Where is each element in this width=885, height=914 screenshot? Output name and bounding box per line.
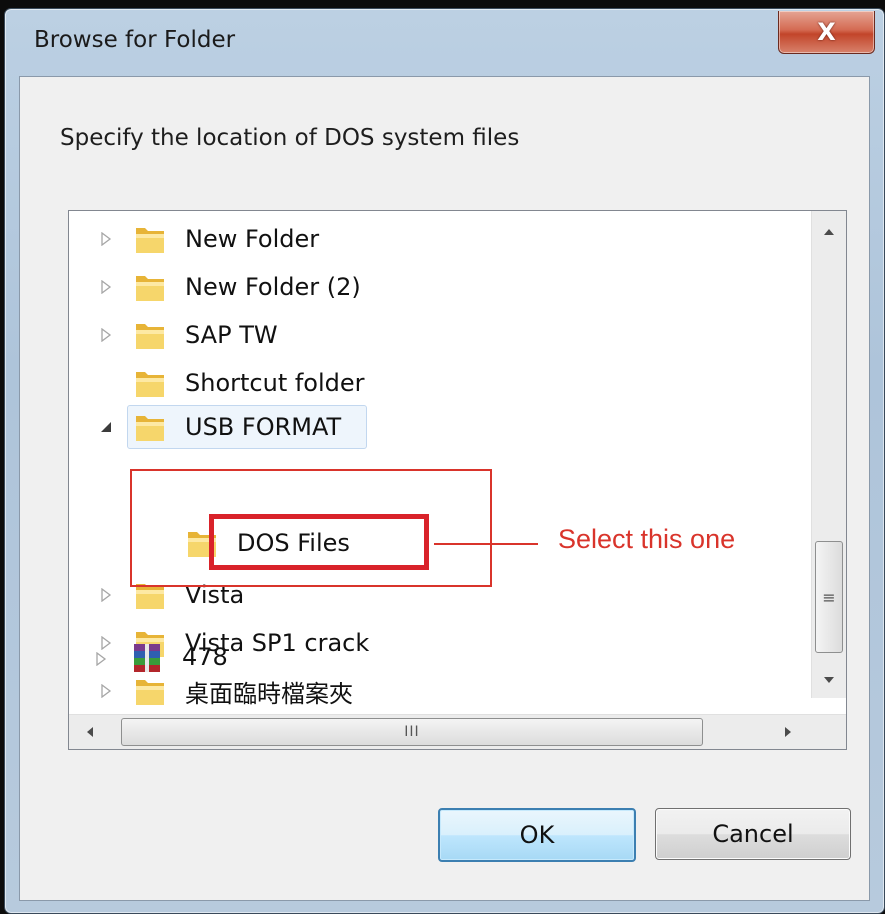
vertical-scroll-thumb[interactable]: ≡: [815, 541, 843, 653]
scroll-right-arrow-icon: [785, 727, 791, 737]
title-bar[interactable]: Browse for Folder X: [5, 9, 884, 77]
folder-icon: [133, 366, 167, 400]
folder-icon: [133, 410, 167, 444]
scroll-left-button[interactable]: [73, 715, 107, 749]
tree-item[interactable]: Shortcut folder: [69, 361, 809, 405]
tree-item[interactable]: 478: [67, 637, 767, 681]
scroll-down-arrow-icon: [824, 677, 834, 683]
tree-item-label: SAP TW: [185, 321, 278, 349]
ok-button[interactable]: OK: [438, 808, 636, 862]
dialog-instruction: Specify the location of DOS system files: [60, 125, 520, 151]
annotation-pointer-line: [434, 543, 538, 545]
tree-item[interactable]: New Folder: [69, 217, 809, 261]
expand-arrow-icon[interactable]: [98, 327, 114, 343]
collapse-arrow-icon[interactable]: [98, 419, 114, 435]
tree-item-label: New Folder (2): [185, 273, 361, 301]
horizontal-scrollbar[interactable]: III: [69, 714, 846, 749]
scroll-up-arrow-icon: [824, 229, 834, 235]
vertical-scrollbar[interactable]: ≡: [811, 211, 846, 698]
tree-item[interactable]: SAP TW: [69, 313, 809, 357]
browse-for-folder-dialog: Browse for Folder X Specify the location…: [4, 8, 885, 914]
dialog-title: Browse for Folder: [34, 27, 236, 53]
scroll-down-button[interactable]: [812, 663, 846, 697]
folder-icon: [133, 318, 167, 352]
dialog-client-area: Specify the location of DOS system files…: [19, 76, 870, 901]
expand-arrow-icon[interactable]: [98, 231, 114, 247]
annotation-highlight-box: [209, 514, 429, 570]
folder-icon: [133, 222, 167, 256]
close-icon: X: [817, 18, 836, 46]
close-button[interactable]: X: [778, 11, 875, 54]
expand-arrow-icon[interactable]: [98, 587, 114, 603]
horizontal-scroll-thumb[interactable]: III: [121, 718, 703, 746]
tree-item-label: USB FORMAT: [185, 413, 342, 441]
tree-item-label: Shortcut folder: [185, 369, 365, 397]
expand-arrow-icon[interactable]: [98, 279, 114, 295]
expand-arrow-icon[interactable]: [98, 683, 114, 699]
scroll-up-button[interactable]: [812, 215, 846, 249]
tree-item-label: 478: [182, 643, 228, 671]
annotation-callout: Select this one: [558, 524, 736, 554]
scroll-right-button[interactable]: [771, 715, 805, 749]
scroll-left-arrow-icon: [87, 727, 93, 737]
tree-item[interactable]: New Folder (2): [69, 265, 809, 309]
cancel-button[interactable]: Cancel: [655, 808, 851, 860]
tree-item-label: New Folder: [185, 225, 320, 253]
grip-icon: ≡: [822, 587, 836, 607]
grip-icon: III: [404, 724, 420, 740]
tree-item[interactable]: USB FORMAT: [69, 405, 809, 449]
folder-icon: [133, 270, 167, 304]
expand-arrow-icon[interactable]: [95, 651, 111, 667]
archive-icon: [129, 640, 165, 676]
